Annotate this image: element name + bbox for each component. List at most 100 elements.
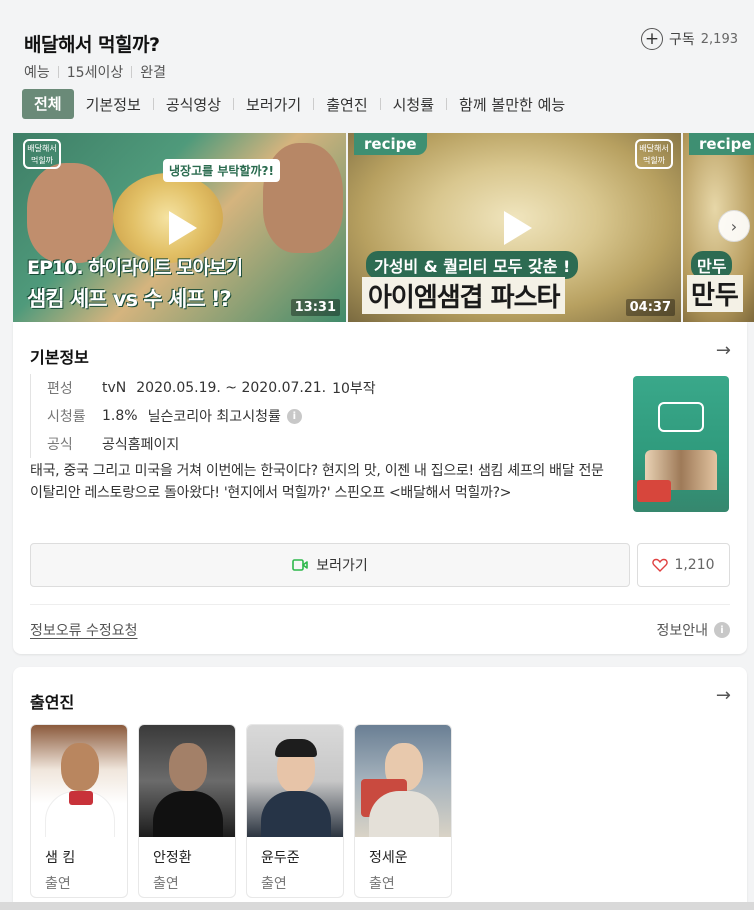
video-caption-line2: 만두 xyxy=(687,275,743,312)
meta-genre: 예능 xyxy=(24,65,50,81)
info-guide-label: 정보안내 xyxy=(656,623,708,639)
page-title: 배달해서 먹힐까? xyxy=(24,34,160,56)
cast-photo xyxy=(139,725,235,837)
cast-photo xyxy=(247,725,343,837)
cast-list: 샘 킴 출연 안정환 출연 윤두준 출연 정세운 출연 xyxy=(30,724,452,898)
tab-ratings[interactable]: 시청률 xyxy=(381,94,446,115)
video-carousel: 배달해서 먹힐까 냉장고를 부탁할까?! EP10. 하이라이트 모아보기 샘킴 … xyxy=(13,133,754,322)
subscribe-button[interactable]: + 구독 2,193 xyxy=(641,28,738,50)
plus-circle-icon: + xyxy=(641,28,664,50)
cast-name: 윤두준 xyxy=(261,850,300,866)
video-caption-line1: EP10. 하이라이트 모아보기 xyxy=(27,257,243,279)
video-duration: 13:31 xyxy=(290,299,340,316)
tab-watch[interactable]: 보러가기 xyxy=(234,94,313,115)
subscribe-label: 구독 xyxy=(669,32,695,48)
info-label: 공식 xyxy=(47,437,73,453)
rating-description: 닐슨코리아 최고시청률 xyxy=(147,409,281,425)
video-duration: 04:37 xyxy=(625,299,675,316)
watch-button-label: 보러가기 xyxy=(316,558,368,574)
video-caption-line1: 가성비 & 퀄리티 모두 갖춘 ! xyxy=(366,251,579,279)
tab-bar: 전체 기본정보 공식영상 보러가기 출연진 시청률 함께 볼만한 예능 xyxy=(22,88,577,120)
official-homepage-link[interactable]: 공식홈페이지 xyxy=(102,434,179,454)
poster-logo xyxy=(658,402,704,432)
video-banner: 냉장고를 부탁할까?! xyxy=(163,159,280,182)
episode-count: 10부작 xyxy=(332,381,376,397)
info-row-official: 공식 공식홈페이지 xyxy=(47,430,376,458)
report-error-link[interactable]: 정보오류 수정요청 xyxy=(30,620,138,640)
video-camera-icon xyxy=(292,559,309,571)
cast-role: 출연 xyxy=(261,876,287,892)
carousel-next-button[interactable]: › xyxy=(718,210,750,242)
cast-member[interactable]: 정세운 출연 xyxy=(354,724,452,898)
meta-status: 완결 xyxy=(140,65,166,81)
info-label: 편성 xyxy=(47,381,73,397)
rating-value: 1.8% xyxy=(102,408,138,424)
divider xyxy=(30,604,730,605)
info-guide[interactable]: 정보안내 i xyxy=(656,620,730,640)
cast-role: 출연 xyxy=(369,876,395,892)
video-thumbnail-1[interactable]: 배달해서 먹힐까 냉장고를 부탁할까?! EP10. 하이라이트 모아보기 샘킴 … xyxy=(13,133,346,322)
meta-divider xyxy=(131,66,133,78)
header: 배달해서 먹힐까? + 구독 2,193 예능 15세이상 완결 전체 기본정보… xyxy=(0,0,754,128)
info-icon: i xyxy=(714,622,730,638)
video-caption-line2: 아이엠샘겹 파스타 xyxy=(362,277,566,314)
show-logo: 배달해서 먹힐까 xyxy=(23,139,61,169)
show-poster[interactable] xyxy=(633,376,729,512)
like-button[interactable]: 1,210 xyxy=(637,543,730,587)
channel-link[interactable]: tvN xyxy=(102,380,126,396)
like-count: 1,210 xyxy=(674,557,715,573)
chevron-right-icon: › xyxy=(730,216,738,236)
arrow-right-icon[interactable]: → xyxy=(716,340,731,361)
person-body xyxy=(369,791,439,837)
meta-divider xyxy=(57,66,59,78)
meta-age-rating: 15세이상 xyxy=(66,65,124,81)
cast-name: 정세운 xyxy=(369,850,408,866)
cast-member[interactable]: 윤두준 출연 xyxy=(246,724,344,898)
tab-recommended[interactable]: 함께 볼만한 예능 xyxy=(447,94,577,115)
play-icon xyxy=(168,210,197,245)
person-body xyxy=(153,791,223,837)
person-head xyxy=(61,743,99,791)
cast-member[interactable]: 샘 킴 출연 xyxy=(30,724,128,898)
person-body xyxy=(261,791,331,837)
person-head xyxy=(169,743,207,791)
heart-icon xyxy=(652,558,669,572)
video-thumbnail-2[interactable]: recipe 배달해서 먹힐까 가성비 & 퀄리티 모두 갖춘 ! 아이엠샘겹 파… xyxy=(348,133,681,322)
tab-all[interactable]: 전체 xyxy=(22,89,74,119)
cast-member[interactable]: 안정환 출연 xyxy=(138,724,236,898)
info-icon[interactable]: i xyxy=(286,408,302,424)
watch-button[interactable]: 보러가기 xyxy=(30,543,630,587)
play-icon xyxy=(503,210,532,245)
recipe-tag: recipe xyxy=(689,133,754,155)
person-image xyxy=(27,163,113,263)
show-description: 태국, 중국 그리고 미국을 거쳐 이번에는 한국이다? 현지의 맛, 이젠 내… xyxy=(30,463,604,501)
tab-official-video[interactable]: 공식영상 xyxy=(154,94,233,115)
cast-card: 출연진 → 샘 킴 출연 안정환 출연 윤두준 출연 정세운 출연 xyxy=(13,667,747,910)
recipe-tag: recipe xyxy=(354,133,427,155)
cast-name: 안정환 xyxy=(153,850,192,866)
person-scarf xyxy=(69,791,93,805)
cast-role: 출연 xyxy=(153,876,179,892)
info-rows: 편성 tvN 2020.05.19. ~ 2020.07.21. 10부작 시청… xyxy=(30,374,376,458)
basic-info-card: 기본정보 → 편성 tvN 2020.05.19. ~ 2020.07.21. … xyxy=(13,322,747,654)
cast-role: 출연 xyxy=(45,876,71,892)
info-row-schedule: 편성 tvN 2020.05.19. ~ 2020.07.21. 10부작 xyxy=(47,374,376,402)
horizontal-scrollbar[interactable] xyxy=(0,902,754,910)
broadcast-dates: 2020.05.19. ~ 2020.07.21. xyxy=(136,380,327,396)
subscribe-count: 2,193 xyxy=(700,31,738,47)
arrow-right-icon[interactable]: → xyxy=(716,685,731,706)
video-caption-line2: 샘킴 셰프 vs 수 셰프 !? xyxy=(27,287,232,311)
cast-photo xyxy=(355,725,451,837)
cast-photo xyxy=(31,725,127,837)
tab-cast[interactable]: 출연진 xyxy=(314,94,379,115)
info-row-rating: 시청률 1.8% 닐슨코리아 최고시청률 i xyxy=(47,402,376,430)
cast-name: 샘 킴 xyxy=(45,850,76,866)
show-meta: 예능 15세이상 완결 xyxy=(24,62,166,82)
section-title-basic-info: 기본정보 xyxy=(30,348,89,367)
show-logo: 배달해서 먹힐까 xyxy=(635,139,673,169)
info-label: 시청률 xyxy=(47,409,86,425)
section-title-cast: 출연진 xyxy=(30,693,75,712)
tab-basic-info[interactable]: 기본정보 xyxy=(74,94,153,115)
person-hair xyxy=(275,739,317,757)
poster-truck xyxy=(637,480,671,502)
